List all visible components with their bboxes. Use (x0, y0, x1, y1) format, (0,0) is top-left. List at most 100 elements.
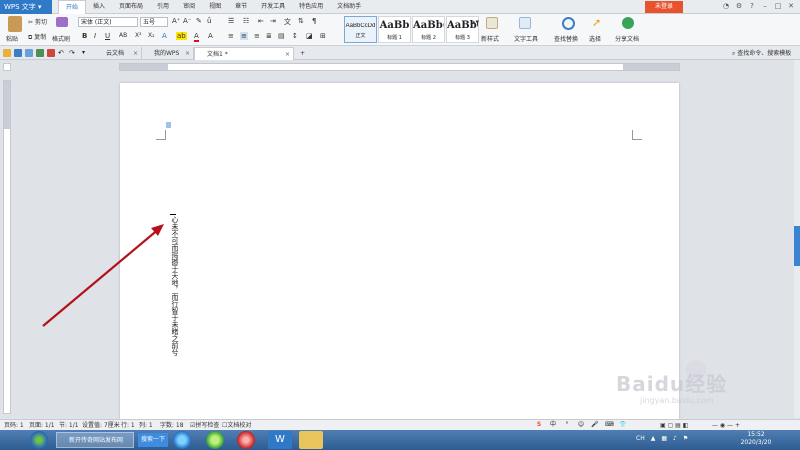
format-painter-icon[interactable] (56, 17, 68, 27)
settings-icon[interactable]: ⚙ (734, 1, 744, 12)
phonetic-icon[interactable]: ǘ (207, 17, 211, 25)
text-tools-button[interactable]: 文字工具 (514, 34, 538, 43)
chinese-layout-icon[interactable]: 文 (284, 17, 291, 27)
ie-task-button[interactable]: 新开传奇网站发布网 (56, 432, 134, 448)
cut-button[interactable]: ✂ 剪切 (28, 17, 47, 26)
document-page[interactable] (120, 83, 679, 419)
start-button[interactable] (30, 431, 48, 449)
menu-tab[interactable]: 开始 (58, 0, 87, 14)
ie-app-icon[interactable] (173, 431, 191, 449)
select-button[interactable]: 选择 (589, 34, 601, 43)
shading-icon[interactable]: ◪ (306, 32, 313, 40)
tab-close-icon[interactable]: × (285, 48, 290, 61)
indent-icon[interactable]: ⇥ (270, 17, 276, 25)
doc-tab[interactable]: 我的WPS × (142, 47, 194, 60)
line-spacing-icon[interactable]: ↕ (292, 32, 298, 40)
paste-icon[interactable] (8, 16, 22, 32)
font-name-select[interactable]: 宋体 (正文) (78, 17, 138, 27)
add-tab-button[interactable]: + (298, 47, 305, 60)
dropdown-icon[interactable]: ▾ (82, 49, 90, 57)
share-doc-button[interactable]: 分享文档 (615, 34, 639, 43)
find-replace-button[interactable]: 查找替换 (554, 34, 578, 43)
file-explorer-icon[interactable] (299, 431, 323, 449)
login-button[interactable]: 未登录 (645, 1, 683, 13)
ime-keyboard-icon[interactable]: ⌨ (605, 421, 614, 429)
menu-tab[interactable]: 插入 (86, 0, 112, 14)
align-left-icon[interactable]: ≡ (228, 32, 234, 40)
ime-chinese-icon[interactable]: 中 (549, 421, 557, 429)
bullet-list-icon[interactable]: ☰ (228, 17, 234, 25)
distribute-icon[interactable]: ▤ (278, 32, 285, 40)
skin-icon[interactable]: ◔ (721, 1, 731, 12)
maximize-icon[interactable]: □ (773, 1, 783, 12)
doc-tab[interactable]: 文档1 * × (194, 47, 294, 60)
align-center-icon[interactable]: ≡ (240, 32, 248, 40)
ime-punct-icon[interactable]: ° (563, 421, 571, 429)
find-replace-icon[interactable] (562, 17, 575, 30)
shrink-font-icon[interactable]: A⁻ (183, 17, 191, 25)
vertical-ruler[interactable] (3, 80, 11, 414)
tab-close-icon[interactable]: × (133, 47, 138, 60)
print-preview-icon[interactable] (36, 49, 44, 57)
styles-more-icon[interactable]: ▴▾ (472, 18, 479, 26)
menu-tab[interactable]: 章节 (228, 0, 254, 14)
style-preset[interactable]: AaBb 标题 1 (378, 16, 411, 43)
horizontal-ruler[interactable] (119, 63, 680, 71)
menu-tab[interactable]: 审阅 (176, 0, 202, 14)
ime-emoji-icon[interactable]: ☺ (577, 421, 585, 429)
align-right-icon[interactable]: ≡ (254, 32, 260, 40)
sort-icon[interactable]: ⇅ (298, 17, 304, 25)
ime-voice-icon[interactable]: 🎤 (591, 421, 599, 429)
doc-tab[interactable]: 云文档 × (94, 47, 142, 60)
text-tools-icon[interactable] (519, 17, 531, 29)
network-icon[interactable]: ▦ (661, 435, 667, 442)
open-icon[interactable] (3, 49, 11, 57)
help-icon[interactable]: ? (747, 1, 757, 12)
borders-icon[interactable]: ⊞ (320, 32, 326, 40)
media-player-icon[interactable] (237, 431, 255, 449)
style-preset[interactable]: AaBbCcDd 正文 (344, 16, 377, 43)
undo-icon[interactable]: ↶ (58, 49, 66, 57)
minimize-icon[interactable]: – (760, 1, 770, 12)
strikethrough-icon[interactable]: AB (119, 32, 127, 39)
char-border-icon[interactable]: A (208, 32, 213, 40)
search-button[interactable]: 搜索一下 (138, 433, 168, 447)
tray-up-icon[interactable]: ▲ (651, 435, 656, 442)
new-style-icon[interactable] (486, 17, 498, 29)
redo-icon[interactable]: ↷ (69, 49, 77, 57)
italic-icon[interactable]: I (94, 32, 96, 40)
justify-icon[interactable]: ≣ (266, 32, 272, 40)
scrollbar-thumb[interactable] (794, 226, 800, 266)
menu-tab[interactable]: 特色应用 (292, 0, 330, 14)
copy-button[interactable]: ⧉ 复制 (28, 32, 46, 42)
menu-tab[interactable]: 引用 (150, 0, 176, 14)
outdent-icon[interactable]: ⇤ (258, 17, 264, 25)
menu-tab[interactable]: 页面布局 (112, 0, 150, 14)
flag-icon[interactable]: ⚑ (683, 435, 688, 442)
highlight-icon[interactable]: ab (176, 32, 187, 40)
wps-writer-icon[interactable]: W (268, 431, 292, 449)
show-marks-icon[interactable]: ¶ (312, 17, 316, 25)
menu-tab[interactable]: 视图 (202, 0, 228, 14)
new-style-button[interactable]: 新样式 (481, 34, 499, 43)
browser-360-icon[interactable] (206, 431, 224, 449)
font-color-icon[interactable]: A (194, 32, 199, 42)
superscript-icon[interactable]: X² (135, 32, 142, 39)
lang-indicator[interactable]: CH (636, 435, 645, 442)
font-size-select[interactable]: 五号 (140, 17, 168, 27)
tab-close-icon[interactable]: × (185, 47, 190, 60)
ime-skin-icon[interactable]: 👕 (619, 421, 627, 429)
clear-format-icon[interactable]: ✎ (196, 17, 202, 25)
volume-icon[interactable]: ♪ (673, 435, 677, 442)
close-icon[interactable]: ✕ (786, 1, 796, 12)
bold-icon[interactable]: B (82, 32, 87, 40)
menu-tab[interactable]: 开发工具 (254, 0, 292, 14)
format-painter-button[interactable]: 格式刷 (52, 34, 70, 43)
save-icon[interactable] (14, 49, 22, 57)
print-icon[interactable] (25, 49, 33, 57)
sogou-ime-icon[interactable]: S (535, 421, 543, 429)
style-preset[interactable]: AaBb(标题 2 (412, 16, 445, 43)
export-pdf-icon[interactable] (47, 49, 55, 57)
numbered-list-icon[interactable]: ☷ (243, 17, 249, 25)
share-icon[interactable] (622, 17, 634, 29)
